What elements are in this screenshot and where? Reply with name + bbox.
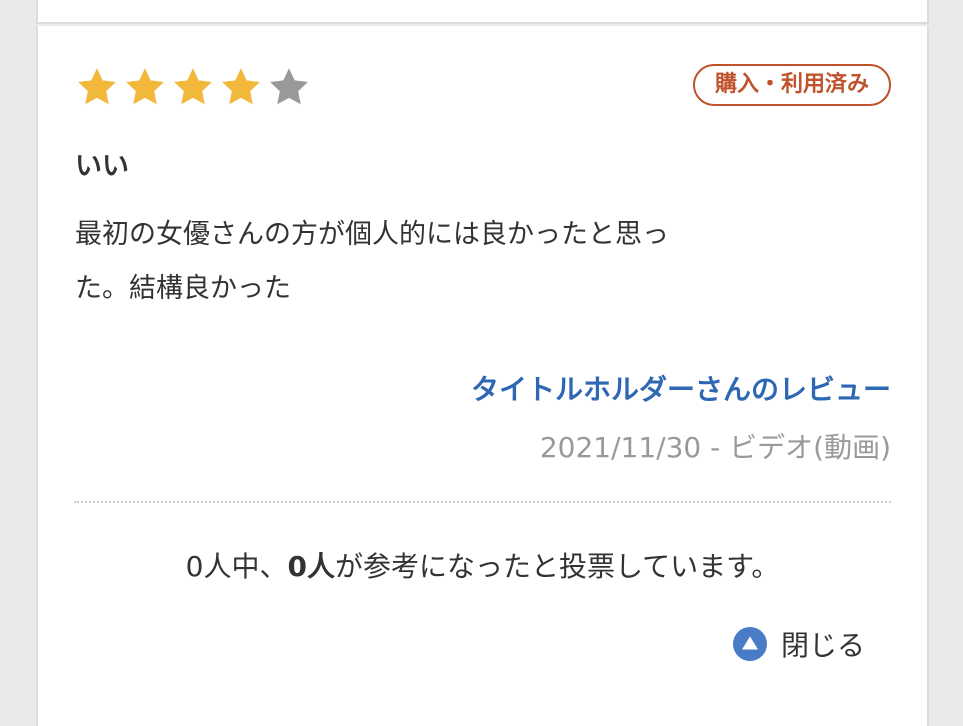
helpful-count: 0人 [287, 550, 335, 583]
vote-prefix: 0人中、 [185, 550, 288, 583]
close-label: 閉じる [780, 629, 865, 662]
review-meta: 2021/11/30 - ビデオ(動画) [539, 431, 891, 464]
star-icon [270, 68, 308, 105]
review-body: 最初の女優さんの方が個人的には良かったと思っ た。結構良かった [75, 208, 855, 316]
close-button[interactable]: 閉じる [732, 624, 865, 664]
star-icon [174, 68, 212, 105]
purchased-badge: 購入・利用済み [692, 64, 891, 106]
star-icon [222, 68, 260, 105]
previous-review-card [36, 0, 929, 24]
star-icon [126, 68, 164, 105]
review-body-line: 最初の女優さんの方が個人的には良かったと思っ [75, 219, 669, 250]
vote-suffix: が参考になったと投票しています。 [334, 550, 780, 583]
review-body-line: た。結構良かった [75, 273, 291, 304]
review-title: いい [75, 151, 129, 182]
review-card: 購入・利用済み いい 最初の女優さんの方が個人的には良かったと思っ た。結構良か… [36, 26, 929, 726]
star-icon [78, 68, 116, 105]
dotted-divider [74, 501, 891, 503]
helpful-vote-summary: 0人中、0人が参考になったと投票しています。 [38, 545, 927, 585]
star-rating [75, 65, 311, 109]
reviewer-link[interactable]: タイトルホルダーさんのレビュー [471, 368, 891, 408]
triangle-up-circle-icon [732, 627, 767, 661]
